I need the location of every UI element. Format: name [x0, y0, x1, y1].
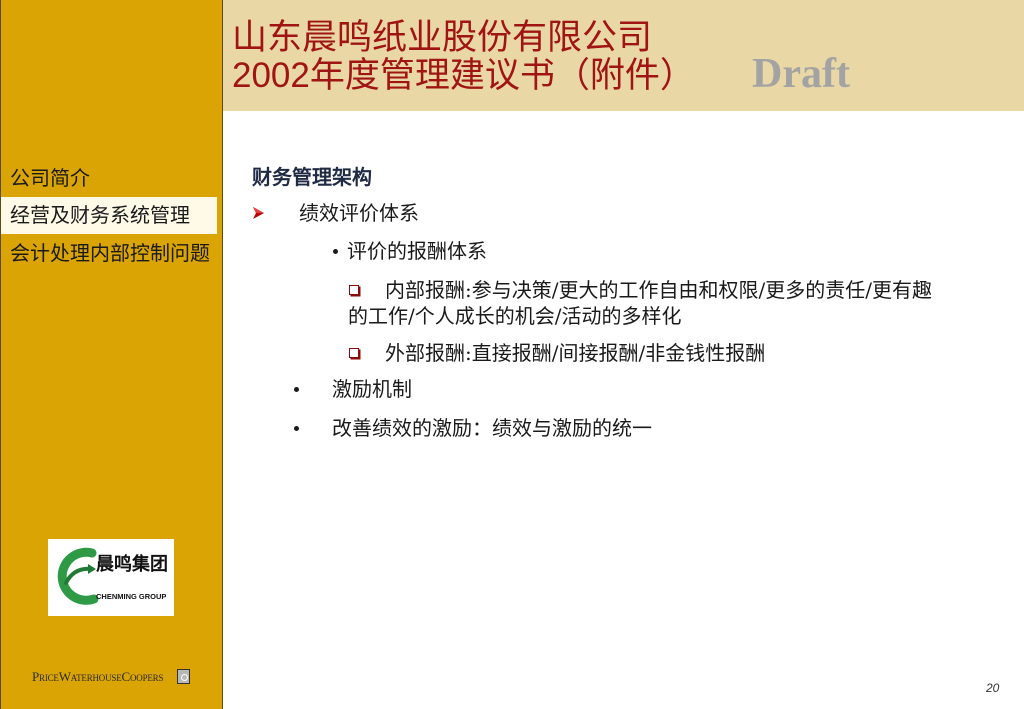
level1-item: 绩效评价体系	[299, 201, 419, 225]
chenming-logo: 晨鸣集团 CHENMING GROUP	[48, 539, 174, 616]
slide-title: 山东晨鸣纸业股份有限公司 2002年度管理建议书（附件）	[232, 19, 695, 95]
slide-title-line1: 山东晨鸣纸业股份有限公司	[232, 18, 653, 57]
point-item: 激励机制	[332, 377, 412, 401]
pwc-mark-icon	[177, 669, 190, 684]
page-number: 20	[986, 681, 1000, 695]
chenming-logo-cn: 晨鸣集团	[96, 553, 168, 575]
dot-bullet-icon	[294, 426, 299, 431]
level2-item: 评价的报酬体系	[347, 239, 487, 263]
level3-item-text: 外部报酬:直接报酬/间接报酬/非金钱性报酬	[385, 341, 766, 365]
sidebar-nav: 公司简介 经营及财务系统管理 会计处理内部控制问题	[1, 159, 222, 272]
pwc-logo-text: PriceWaterhouseCoopers	[32, 669, 164, 684]
level3-item: 外部报酬:直接报酬/间接报酬/非金钱性报酬	[348, 340, 948, 366]
slide-title-line2: 2002年度管理建议书（附件）	[232, 56, 695, 95]
chenming-logo-icon: 晨鸣集团 CHENMING GROUP	[57, 547, 168, 605]
sidebar-item-company-profile[interactable]: 公司简介	[1, 159, 217, 197]
level3-item: 内部报酬:参与决策/更大的工作自由和权限/更多的责任/更有趣的工作/个人成长的机…	[348, 277, 948, 329]
chenming-logo-en: CHENMING GROUP	[96, 592, 166, 601]
square-bullet-icon	[348, 284, 385, 298]
dot-bullet-icon	[294, 387, 299, 392]
point-item: 改善绩效的激励：绩效与激励的统一	[332, 416, 652, 440]
level3-item-text: 内部报酬:参与决策/更大的工作自由和权限/更多的责任/更有趣的工作/个人成长的机…	[348, 278, 932, 328]
square-bullet-icon	[348, 347, 385, 361]
draft-watermark: Draft	[752, 51, 850, 97]
arrow-bullet-icon	[253, 207, 264, 219]
sidebar-item-internal-control[interactable]: 会计处理内部控制问题	[1, 234, 217, 272]
sidebar-item-operations-finance[interactable]: 经营及财务系统管理	[1, 197, 217, 234]
section-heading: 财务管理架构	[252, 165, 372, 189]
dot-bullet-icon	[333, 249, 338, 254]
